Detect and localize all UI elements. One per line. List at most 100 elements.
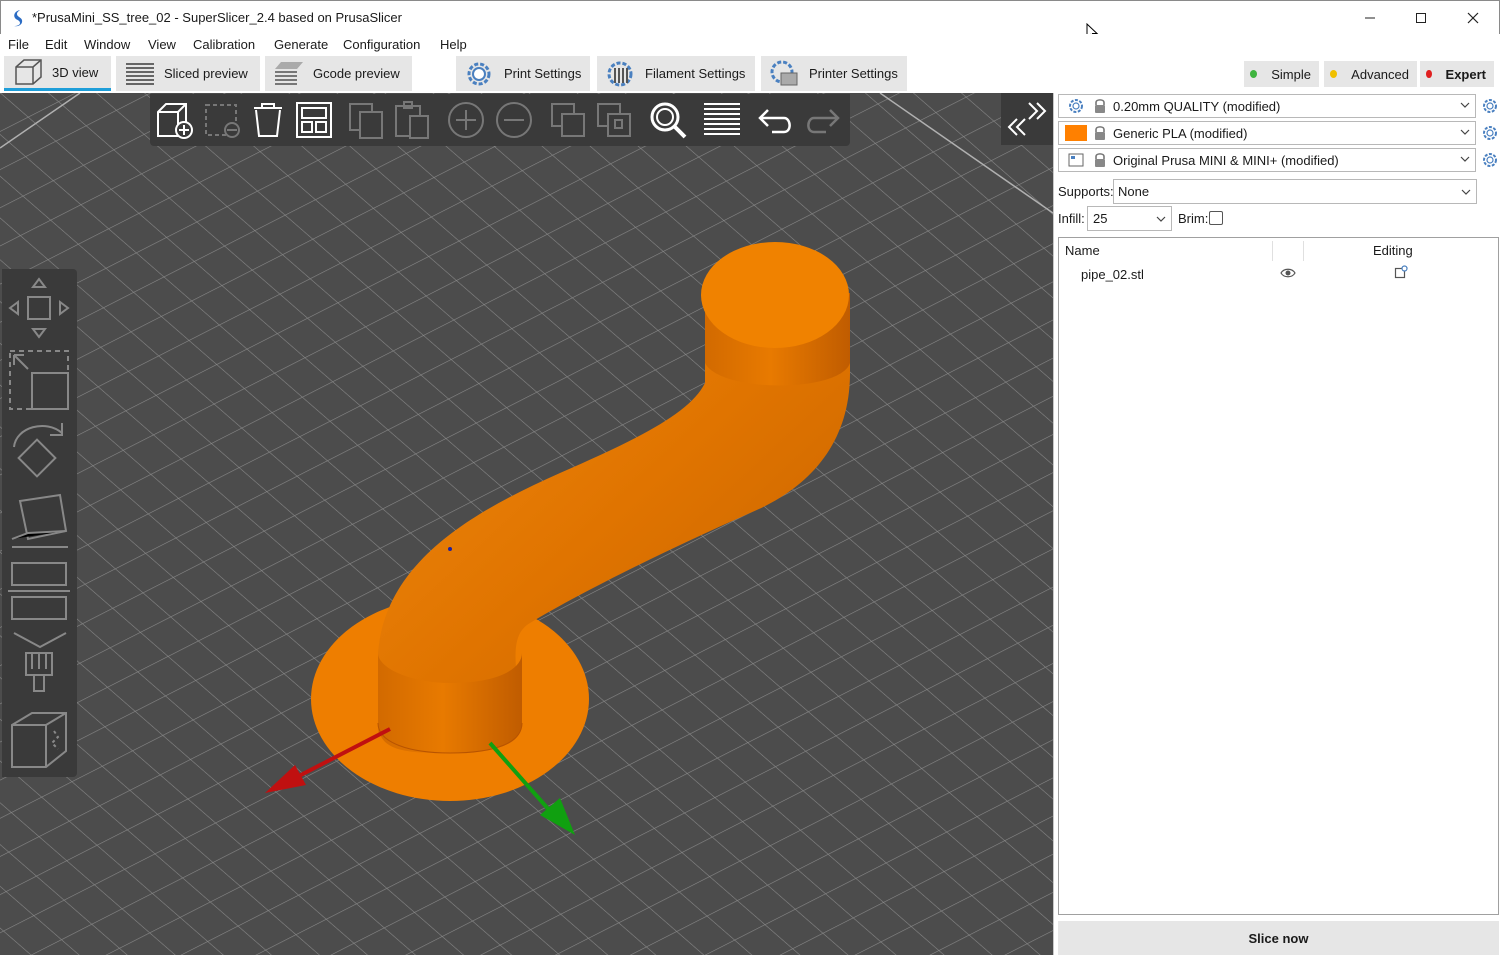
chevron-down-icon [1460, 156, 1470, 162]
spool-icon [607, 61, 633, 86]
menu-view[interactable]: View [148, 37, 176, 52]
3d-viewport[interactable] [0, 93, 1053, 955]
gizmo-toolbar [2, 269, 77, 777]
seam-icon[interactable] [6, 707, 72, 773]
object-name: pipe_02.stl [1081, 267, 1144, 282]
supports-value: None [1118, 184, 1150, 199]
bed-and-model [0, 93, 1053, 955]
supports-label: Supports: [1058, 184, 1114, 199]
menu-file[interactable]: File [8, 37, 29, 52]
add-instance-icon[interactable] [446, 100, 486, 140]
delete-icon[interactable] [202, 100, 242, 140]
maximize-button[interactable] [1395, 1, 1447, 35]
delete-all-icon[interactable] [248, 100, 288, 140]
print-preset-gear-icon [1065, 96, 1087, 116]
app-logo-icon [14, 10, 23, 27]
red-dot-icon [1426, 70, 1432, 78]
brim-label: Brim: [1178, 211, 1209, 226]
sidebar: 0.20mm QUALITY (modified) Generic PLA (m… [1053, 93, 1500, 955]
scale-icon[interactable] [6, 347, 72, 413]
eye-icon[interactable] [1280, 267, 1296, 279]
chevron-down-icon [1460, 102, 1470, 108]
mode-label: Advanced [1351, 66, 1409, 82]
column-header-editing[interactable]: Editing [1373, 243, 1413, 258]
cut-icon[interactable] [6, 557, 72, 627]
copy-icon[interactable] [346, 100, 386, 140]
minimize-button[interactable] [1344, 1, 1396, 35]
tab-label: Sliced preview [164, 66, 248, 81]
move-icon[interactable] [6, 275, 72, 341]
arrange-icon[interactable] [294, 100, 334, 140]
printer-preset-value: Original Prusa MINI & MINI+ (modified) [1113, 152, 1339, 168]
yellow-dot-icon [1330, 70, 1338, 78]
tab-3d-view[interactable]: 3D view [4, 56, 111, 91]
rotate-icon[interactable] [6, 417, 72, 483]
layers-editing-icon[interactable] [702, 100, 742, 140]
mode-advanced-button[interactable]: Advanced [1324, 61, 1417, 87]
paint-supports-icon[interactable] [6, 629, 72, 699]
tab-filament-settings[interactable]: Filament Settings [597, 56, 755, 91]
search-icon[interactable] [648, 100, 688, 140]
split-objects-icon[interactable] [548, 100, 588, 140]
column-separator [1272, 241, 1273, 261]
maximize-icon [1416, 13, 1426, 23]
tab-print-settings[interactable]: Print Settings [456, 56, 590, 91]
cube-icon [15, 59, 42, 85]
tab-label: 3D view [52, 64, 99, 80]
tab-label: Filament Settings [645, 66, 746, 81]
object-list[interactable]: Name Editing pipe_02.stl [1058, 237, 1499, 915]
close-button[interactable] [1447, 1, 1499, 35]
collapse-arrows-icon [1007, 102, 1047, 136]
title-bar: *PrusaMini_SS_tree_02 - SuperSlicer_2.4 … [0, 0, 1500, 42]
split-parts-icon[interactable] [594, 100, 634, 140]
place-on-face-icon[interactable] [6, 487, 72, 553]
edit-settings-icon[interactable] [1394, 265, 1408, 279]
chevron-down-icon [1461, 189, 1471, 195]
gear-icon [467, 62, 491, 85]
filament-preset-combo[interactable]: Generic PLA (modified) [1058, 121, 1476, 145]
printer-preset-combo[interactable]: Original Prusa MINI & MINI+ (modified) [1058, 148, 1476, 172]
mode-expert-button[interactable]: Expert [1420, 61, 1494, 87]
print-preset-combo[interactable]: 0.20mm QUALITY (modified) [1058, 94, 1476, 118]
mode-label: Simple [1271, 66, 1311, 82]
tab-label: Gcode preview [313, 66, 400, 81]
undo-icon[interactable] [756, 100, 796, 140]
filament-color-swatch [1065, 123, 1087, 143]
remove-instance-icon[interactable] [494, 100, 534, 140]
menu-window[interactable]: Window [84, 37, 130, 52]
infill-value: 25 [1093, 211, 1108, 226]
layers-icon [126, 62, 154, 85]
paste-icon[interactable] [392, 100, 432, 140]
menu-generate[interactable]: Generate [274, 37, 328, 52]
collapse-sidebar-button[interactable] [1001, 93, 1053, 145]
menu-help[interactable]: Help [440, 37, 467, 52]
close-icon [1467, 12, 1479, 24]
menu-configuration[interactable]: Configuration [343, 37, 420, 52]
add-object-icon[interactable] [154, 100, 194, 140]
printer-icon [1065, 150, 1087, 170]
column-separator [1303, 241, 1304, 261]
brim-checkbox[interactable] [1209, 211, 1223, 225]
menu-calibration[interactable]: Calibration [193, 37, 255, 52]
lock-icon [1095, 99, 1105, 113]
infill-combo[interactable]: 25 [1087, 206, 1172, 231]
edit-printer-preset-gear-icon[interactable] [1482, 152, 1498, 168]
mode-label: Expert [1445, 66, 1486, 82]
edit-print-preset-gear-icon[interactable] [1482, 98, 1498, 114]
infill-label: Infill: [1058, 211, 1085, 226]
tab-gcode-preview[interactable]: Gcode preview [265, 56, 412, 91]
window-title: *PrusaMini_SS_tree_02 - SuperSlicer_2.4 … [32, 10, 402, 25]
supports-select[interactable]: None [1113, 179, 1477, 204]
redo-icon[interactable] [802, 100, 842, 140]
tab-printer-settings[interactable]: Printer Settings [761, 56, 907, 91]
edit-filament-preset-gear-icon[interactable] [1482, 125, 1498, 141]
menu-edit[interactable]: Edit [45, 37, 67, 52]
mode-simple-button[interactable]: Simple [1244, 61, 1319, 87]
column-header-name[interactable]: Name [1065, 243, 1100, 258]
slice-now-button[interactable]: Slice now [1058, 921, 1499, 955]
scene-toolbar [150, 94, 850, 146]
tab-sliced-preview[interactable]: Sliced preview [116, 56, 260, 91]
tab-label: Printer Settings [809, 66, 898, 81]
table-row[interactable]: pipe_02.stl [1059, 262, 1498, 284]
lock-icon [1095, 126, 1105, 140]
